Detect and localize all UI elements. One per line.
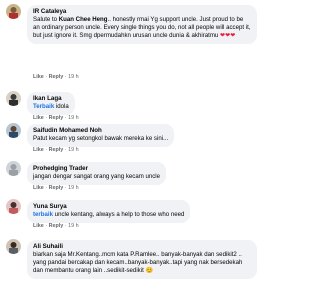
like-button[interactable]: Like	[33, 185, 44, 191]
like-button[interactable]: Like	[33, 223, 44, 229]
comment-bubble: Ikan Laga Terbaik idola	[27, 92, 75, 115]
reply-button[interactable]: Reply	[49, 74, 64, 80]
comment-author[interactable]: Yuna Surya	[33, 203, 184, 211]
timestamp[interactable]: 19 h	[68, 223, 79, 229]
avatar[interactable]	[6, 239, 21, 254]
comment-feed: IR Cataleya Salute to Kuan Chee Heng.. h…	[0, 0, 261, 300]
comment-author[interactable]: Ali Suhaili	[33, 243, 251, 251]
avatar[interactable]	[6, 91, 21, 106]
reply-button[interactable]: Reply	[49, 147, 64, 153]
comment-text: jangan dengar sangat orang yang kecam un…	[33, 172, 161, 180]
timestamp[interactable]: 19 h	[68, 185, 79, 191]
smile-emoji-icon: 😊	[145, 266, 154, 274]
comment-text: biarkan saja Mr.Kentang..mcm kata P.Raml…	[33, 250, 243, 274]
avatar[interactable]	[6, 161, 21, 176]
comment-bubble: Yuna Surya terbaik uncle kentang, always…	[27, 200, 191, 223]
comment-text: Terbaik idola	[33, 102, 69, 110]
highlighted-word: terbaik	[33, 210, 53, 218]
heart-emoji-icon: ❤❤❤	[219, 31, 236, 39]
comment-bubble: Ali Suhaili biarkan saja Mr.Kentang..mcm…	[27, 240, 257, 279]
comment-bubble: Saifudin Mohamed Noh Patut kecam yg seto…	[27, 124, 175, 147]
comment-text: Salute to Kuan Chee Heng.. honestly rmai…	[33, 15, 251, 39]
comment-text: Patut kecam yg setongkol bawak mereka ke…	[33, 134, 169, 142]
mention-link[interactable]: Kuan Chee Heng	[59, 16, 108, 23]
comment-bubble: Prohedging Trader jangan dengar sangat o…	[27, 162, 167, 185]
comment-author[interactable]: IR Cataleya	[33, 8, 251, 16]
timestamp[interactable]: 19 h	[68, 74, 79, 80]
like-button[interactable]: Like	[33, 147, 44, 153]
comment-actions: Like · Reply · 19 h	[33, 147, 79, 153]
avatar[interactable]	[6, 199, 21, 214]
comment-author[interactable]: Ikan Laga	[33, 95, 69, 103]
comment-bubble: IR Cataleya Salute to Kuan Chee Heng.. h…	[27, 5, 257, 44]
avatar[interactable]	[6, 4, 21, 19]
comment-actions: Like · Reply · 19 h	[33, 185, 79, 191]
highlighted-word: Terbaik	[33, 102, 55, 110]
like-button[interactable]: Like	[33, 74, 44, 80]
avatar[interactable]	[6, 123, 21, 138]
comment-author[interactable]: Prohedging Trader	[33, 165, 160, 173]
comment-text: terbaik uncle kentang, always a help to …	[33, 210, 185, 218]
reply-button[interactable]: Reply	[49, 185, 64, 191]
comment-actions: Like · Reply · 19 h	[33, 74, 79, 80]
timestamp[interactable]: 19 h	[68, 147, 79, 153]
reply-button[interactable]: Reply	[49, 223, 64, 229]
like-button[interactable]: Like	[33, 115, 44, 121]
timestamp[interactable]: 19 h	[68, 115, 79, 121]
comment-actions: Like · Reply · 19 h	[33, 223, 79, 229]
comment-author[interactable]: Saifudin Mohamed Noh	[33, 127, 168, 135]
reply-button[interactable]: Reply	[49, 115, 64, 121]
comment-actions: Like · Reply · 19 h	[33, 115, 79, 121]
